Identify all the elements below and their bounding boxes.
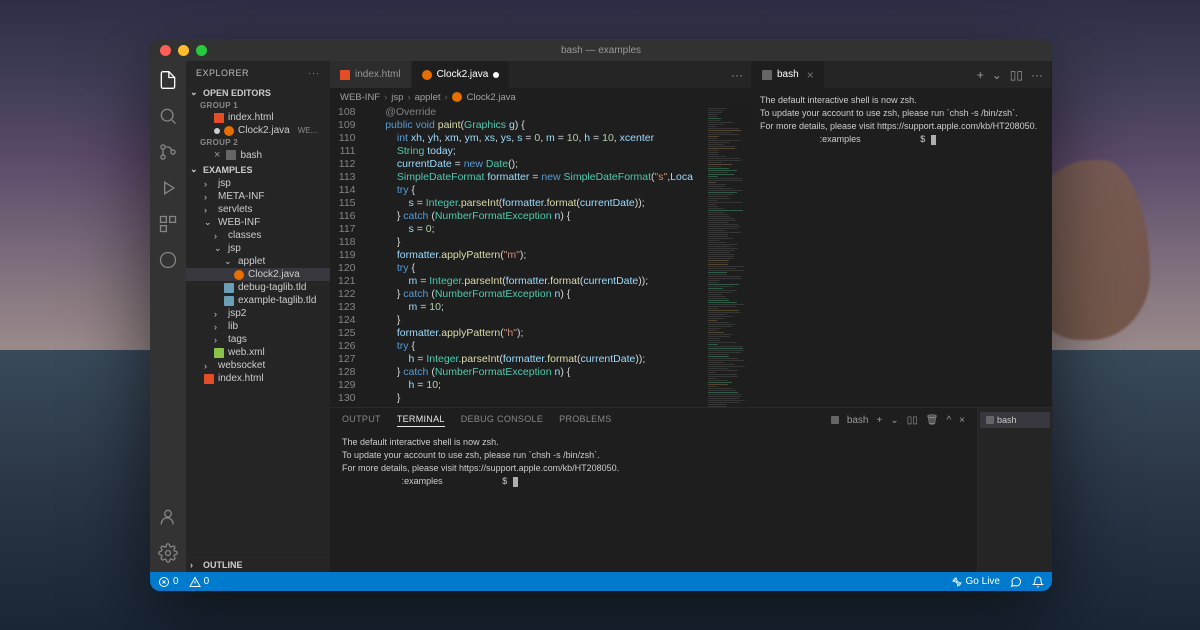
- new-terminal-icon[interactable]: +: [977, 68, 984, 82]
- folder-webinf[interactable]: ⌄WEB-INF: [186, 216, 330, 229]
- tab-terminal[interactable]: TERMINAL: [397, 414, 445, 427]
- minimap[interactable]: [706, 106, 751, 407]
- folder-jsp2[interactable]: ›jsp2: [186, 307, 330, 320]
- open-editors-section[interactable]: ⌄OPEN EDITORS: [186, 85, 330, 100]
- explorer-icon[interactable]: [157, 69, 179, 91]
- folder-classes[interactable]: ›classes: [186, 229, 330, 242]
- breadcrumbs[interactable]: WEB-INF› jsp› applet› Clock2.java: [330, 88, 751, 106]
- sidebar-title: EXPLORER···: [186, 61, 330, 85]
- close-icon[interactable]: [160, 45, 171, 56]
- panel-terminal-output[interactable]: The default interactive shell is now zsh…: [330, 432, 977, 572]
- folder-tags[interactable]: ›tags: [186, 333, 330, 346]
- workbench: EXPLORER··· ⌄OPEN EDITORS GROUP 1 index.…: [150, 61, 1052, 572]
- editor-group-2: bash× + ⌄ ▯▯ ··· The default interactive…: [752, 61, 1052, 407]
- open-editor-index[interactable]: index.html: [186, 111, 330, 124]
- terminal-list-item[interactable]: bash: [980, 412, 1050, 428]
- more-icon[interactable]: ···: [1031, 68, 1043, 82]
- terminal-output[interactable]: The default interactive shell is now zsh…: [752, 88, 1051, 407]
- status-bar: 0 0 Go Live: [150, 572, 1052, 591]
- extensions-icon[interactable]: [157, 213, 179, 235]
- minimize-icon[interactable]: [178, 45, 189, 56]
- file-webxml[interactable]: web.xml: [186, 346, 330, 359]
- split-icon[interactable]: ▯▯: [907, 415, 918, 426]
- bottom-panel: OUTPUT TERMINAL DEBUG CONSOLE PROBLEMS b…: [330, 407, 1052, 572]
- traffic-lights: [160, 45, 207, 56]
- more-icon[interactable]: ···: [308, 68, 320, 78]
- file-example-taglib[interactable]: example-taglib.tld: [186, 294, 330, 307]
- outline-section[interactable]: ›OUTLINE: [186, 557, 330, 572]
- close-icon[interactable]: ×: [959, 415, 965, 426]
- cursor-icon: [513, 477, 518, 487]
- group-2-label: GROUP 2: [186, 137, 330, 148]
- app-window: bash — examples EXPLORER··· ⌄OPEN EDITOR…: [150, 39, 1052, 591]
- window-title: bash — examples: [561, 45, 641, 56]
- maximize-icon[interactable]: ^: [946, 415, 951, 426]
- go-live-button[interactable]: Go Live: [951, 576, 1000, 588]
- source-control-icon[interactable]: [157, 141, 179, 163]
- code-content[interactable]: @Override public void paint(Graphics g) …: [368, 106, 706, 407]
- account-icon[interactable]: [157, 506, 179, 528]
- sidebar: EXPLORER··· ⌄OPEN EDITORS GROUP 1 index.…: [186, 61, 330, 572]
- more-actions-icon[interactable]: ···: [731, 68, 743, 82]
- tab-bash[interactable]: bash×: [752, 61, 825, 88]
- file-clock2[interactable]: Clock2.java: [186, 268, 330, 281]
- warnings-status[interactable]: 0: [189, 576, 210, 588]
- folder-applet[interactable]: ⌄applet: [186, 255, 330, 268]
- folder-jsp-inner[interactable]: ⌄jsp: [186, 242, 330, 255]
- open-editor-bash[interactable]: ×bash: [186, 148, 330, 162]
- tab-debug-console[interactable]: DEBUG CONSOLE: [461, 414, 543, 426]
- modified-dot-icon: [493, 72, 499, 78]
- errors-status[interactable]: 0: [158, 576, 179, 588]
- terminal-tabs: bash× + ⌄ ▯▯ ···: [752, 61, 1051, 88]
- editor-group-1: index.html Clock2.java ··· WEB-INF› jsp›…: [330, 61, 752, 407]
- gear-icon[interactable]: [157, 542, 179, 564]
- chevron-down-icon[interactable]: ⌄: [890, 415, 898, 426]
- code-editor[interactable]: 1081091101111121131141151161171181191201…: [330, 106, 751, 407]
- current-shell-label: bash: [847, 415, 869, 426]
- tab-clock2[interactable]: Clock2.java: [412, 61, 511, 88]
- folder-servlets[interactable]: ›servlets: [186, 203, 330, 216]
- new-terminal-icon[interactable]: +: [877, 415, 883, 426]
- activity-bar: [150, 61, 186, 572]
- folder-jsp[interactable]: ›jsp: [186, 177, 330, 190]
- split-icon[interactable]: ▯▯: [1010, 68, 1023, 82]
- edge-icon[interactable]: [157, 249, 179, 271]
- panel-terminal-list: bash: [977, 408, 1052, 572]
- debug-icon[interactable]: [157, 177, 179, 199]
- search-icon[interactable]: [157, 105, 179, 127]
- feedback-icon[interactable]: [1010, 576, 1022, 588]
- project-section[interactable]: ⌄EXAMPLES: [186, 162, 330, 177]
- file-debug-taglib[interactable]: debug-taglib.tld: [186, 281, 330, 294]
- main-area: index.html Clock2.java ··· WEB-INF› jsp›…: [330, 61, 1052, 572]
- zoom-icon[interactable]: [196, 45, 207, 56]
- tab-output[interactable]: OUTPUT: [342, 414, 381, 426]
- line-gutter: 1081091101111121131141151161171181191201…: [330, 106, 368, 407]
- folder-lib[interactable]: ›lib: [186, 320, 330, 333]
- tab-problems[interactable]: PROBLEMS: [559, 414, 611, 426]
- cursor-icon: [931, 135, 936, 145]
- panel-tabs: OUTPUT TERMINAL DEBUG CONSOLE PROBLEMS b…: [330, 408, 977, 432]
- titlebar[interactable]: bash — examples: [150, 39, 1052, 61]
- editor-tabs: index.html Clock2.java ···: [330, 61, 751, 88]
- folder-metainf[interactable]: ›META-INF: [186, 190, 330, 203]
- close-icon[interactable]: ×: [807, 68, 814, 82]
- tab-index[interactable]: index.html: [330, 61, 412, 88]
- chevron-down-icon[interactable]: ⌄: [992, 68, 1002, 82]
- file-indexhtml[interactable]: index.html: [186, 372, 330, 385]
- group-1-label: GROUP 1: [186, 100, 330, 111]
- open-editor-clock2[interactable]: Clock2.javaWE...: [186, 124, 330, 137]
- trash-icon[interactable]: 🗑: [926, 415, 939, 426]
- bell-icon[interactable]: [1032, 576, 1044, 588]
- folder-websocket[interactable]: ›websocket: [186, 359, 330, 372]
